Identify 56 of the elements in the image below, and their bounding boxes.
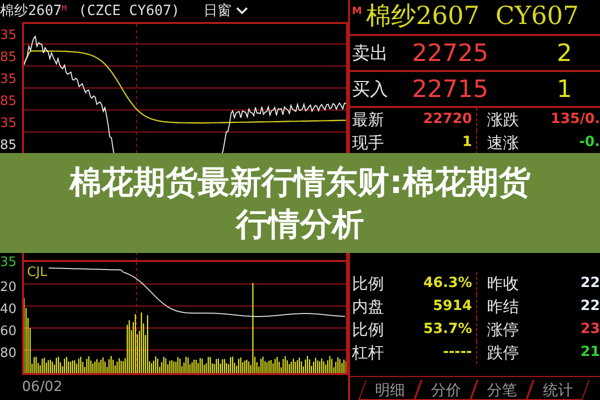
flag-mark: M — [352, 5, 362, 19]
stat-label: 比例 — [352, 318, 384, 340]
volume-label: CJL — [27, 264, 48, 282]
stat-label: 涨跌 — [487, 108, 519, 130]
stat-value: 1 — [462, 133, 472, 152]
price-axis-label: 35 — [0, 28, 17, 42]
stat-value: -0. — [579, 133, 600, 152]
stat-label: 昨收 — [487, 272, 519, 294]
stat-value: 22 — [580, 274, 600, 293]
stat-label: 现手 — [352, 132, 384, 154]
stat-label: 杠杆 — [352, 342, 384, 364]
flag-mark: M — [62, 4, 67, 12]
exchange-code: (CZCE CY607) — [78, 2, 180, 20]
order-price: 22715 — [412, 74, 490, 105]
stat-value: 22720 — [423, 110, 472, 129]
tab[interactable]: 分价 — [414, 380, 478, 400]
chart-symbol: 棉纱2607$^{M}$ — [0, 2, 67, 20]
order-volume: 2 — [556, 38, 572, 69]
order-side-label: 买入 — [352, 78, 389, 102]
stat-label: 内盘 — [352, 296, 384, 318]
stat-value: 5914 — [433, 297, 472, 316]
price-axis-label: 35 — [0, 72, 17, 86]
volume-axis-label: 80 — [0, 346, 17, 360]
period-dropdown[interactable]: 日窗 — [204, 0, 248, 22]
tab[interactable]: 明细 — [358, 380, 422, 400]
volume-axis-label: 40 — [0, 302, 17, 316]
order-price: 22725 — [412, 38, 490, 69]
price-axis-label: 35 — [0, 256, 17, 268]
chevron-down-icon — [236, 7, 248, 15]
stat-label: 涨停 — [487, 318, 519, 340]
volume-axis-label: 60 — [0, 324, 17, 338]
stat-label: 最新 — [352, 108, 384, 130]
volume-axis-label: 20 — [0, 280, 17, 294]
banner-title: 棉花期货最新行情东财:棉花期货 — [70, 162, 530, 203]
stat-label: 速涨 — [487, 132, 519, 154]
stat-value: 22 — [580, 297, 600, 316]
tab[interactable]: 分笔 — [470, 380, 534, 400]
tab[interactable]: 统计 — [526, 380, 590, 400]
price-axis-label: 35 — [0, 116, 17, 130]
order-side-label: 卖出 — [352, 42, 389, 66]
stat-value: 46.3% — [423, 274, 472, 293]
stat-value: 21 — [580, 343, 600, 362]
stat-label: 比例 — [352, 272, 384, 294]
order-volume: 1 — [556, 74, 572, 105]
banner-title: 行情分析 — [236, 204, 364, 245]
stat-label: 跌停 — [487, 342, 519, 364]
stat-label: 昨结 — [487, 296, 519, 318]
stat-value: ----- — [442, 343, 472, 362]
price-axis-label: 85 — [0, 138, 17, 152]
contract-title: 棉纱2607 CY607 — [366, 0, 579, 32]
price-axis-label: 85 — [0, 94, 17, 108]
date-label: 06/02 — [22, 378, 62, 397]
stat-value: 135/0. — [550, 110, 600, 129]
stat-value: 53.7% — [423, 320, 472, 339]
price-axis-label: 85 — [0, 50, 17, 64]
stat-value: 23 — [580, 320, 600, 339]
